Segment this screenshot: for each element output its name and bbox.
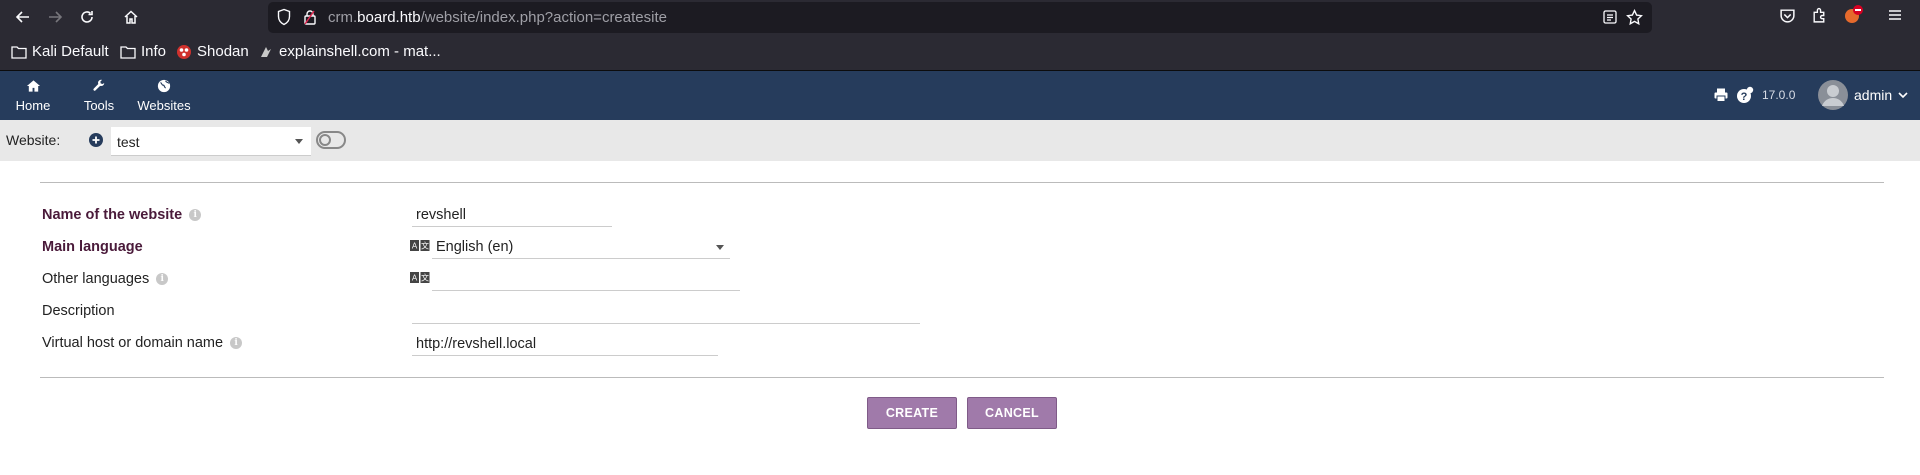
bookmark-info[interactable]: Info	[120, 43, 166, 60]
info-icon[interactable]: i	[189, 209, 202, 222]
info-icon[interactable]: i	[156, 273, 169, 286]
website-select[interactable]: test	[111, 127, 311, 156]
folder-icon	[120, 45, 136, 59]
other-languages-label: Other languages i	[42, 271, 169, 287]
dropdown-caret-icon	[295, 139, 303, 144]
reload-icon	[81, 11, 93, 23]
input-value: revshell	[416, 207, 466, 223]
forward-button[interactable]	[42, 5, 68, 29]
version-label: 17.0.0	[1762, 88, 1796, 102]
printer-icon[interactable]	[1713, 87, 1729, 103]
shield-icon	[276, 8, 292, 26]
website-bar: Website: test	[0, 120, 1920, 161]
avatar	[1818, 80, 1848, 110]
explainshell-icon	[261, 46, 271, 57]
bookmark-kali-default[interactable]: Kali Default	[11, 43, 109, 60]
description-input[interactable]	[412, 300, 920, 324]
vhost-input[interactable]: http://revshell.local	[412, 332, 718, 356]
foxyproxy-icon[interactable]	[1842, 4, 1864, 26]
website-label: Website:	[6, 132, 61, 148]
wrench-icon	[93, 79, 105, 91]
description-label: Description	[42, 303, 115, 319]
input-value: http://revshell.local	[416, 336, 537, 352]
divider-bottom	[40, 377, 1884, 378]
info-icon[interactable]: i	[230, 337, 243, 350]
globe-icon	[157, 79, 171, 93]
back-arrow-icon	[15, 11, 29, 23]
vhost-label: Virtual host or domain name i	[42, 335, 243, 351]
create-button[interactable]: CREATE	[867, 397, 957, 429]
nav-label: Home	[15, 98, 51, 113]
folder-icon	[11, 45, 27, 59]
website-select-value: test	[117, 134, 140, 150]
bookmark-label: explainshell.com - mat...	[279, 43, 441, 60]
nav-home[interactable]: Home	[14, 79, 52, 113]
hamburger-menu-icon[interactable]	[1887, 7, 1903, 23]
svg-text:A: A	[412, 242, 418, 251]
home-browser-button[interactable]	[118, 5, 144, 29]
svg-text:文: 文	[421, 273, 429, 283]
website-name-input[interactable]: revshell	[412, 203, 612, 227]
select-value: English (en)	[436, 239, 514, 255]
nav-label: Websites	[137, 98, 191, 113]
cancel-button[interactable]: CANCEL	[967, 397, 1057, 429]
main-language-label: Main language	[42, 239, 143, 255]
back-button[interactable]	[10, 5, 36, 29]
bookmark-star-icon[interactable]	[1626, 9, 1643, 26]
url-bar[interactable]: crm.board.htb/website/index.php?action=c…	[268, 2, 1652, 33]
website-toggle[interactable]	[316, 131, 346, 149]
reader-view-icon[interactable]	[1602, 9, 1618, 25]
bookmark-shodan[interactable]: Shodan	[176, 43, 249, 60]
nav-websites[interactable]: Websites	[136, 79, 192, 113]
toggle-knob	[319, 134, 331, 146]
divider-top	[40, 182, 1884, 183]
home-outline-icon	[124, 10, 138, 24]
user-name: admin	[1854, 87, 1893, 103]
reload-button[interactable]	[74, 5, 100, 29]
other-languages-input[interactable]	[432, 267, 740, 291]
chevron-down-icon	[1898, 92, 1908, 99]
dropdown-caret-icon	[716, 245, 724, 250]
bookmarks-bar: Kali Default Info Shodan explainshell.co…	[0, 34, 1920, 71]
page-lock-icon[interactable]	[302, 9, 318, 25]
name-label: Name of the website i	[42, 207, 202, 223]
svg-text:?: ?	[1741, 91, 1748, 103]
user-menu[interactable]: admin	[1818, 80, 1908, 110]
pocket-icon[interactable]	[1779, 7, 1796, 24]
bookmark-label: Kali Default	[32, 43, 109, 60]
shodan-icon	[177, 44, 191, 59]
help-icon[interactable]: ?	[1736, 86, 1754, 104]
app-top-menu: Home Tools Websites ? 17.0.0 admin	[0, 71, 1920, 120]
nav-tools[interactable]: Tools	[79, 79, 119, 113]
bookmark-explainshell[interactable]: explainshell.com - mat...	[258, 43, 441, 60]
svg-text:A: A	[412, 274, 418, 283]
bookmark-label: Shodan	[197, 43, 249, 60]
extensions-icon[interactable]	[1811, 7, 1828, 24]
forward-arrow-icon	[49, 11, 63, 23]
svg-text:文: 文	[421, 241, 429, 251]
main-language-select[interactable]: English (en)	[432, 235, 730, 259]
add-website-icon[interactable]	[89, 133, 103, 147]
url-text[interactable]: crm.board.htb/website/index.php?action=c…	[328, 9, 667, 26]
language-icon: A文	[410, 240, 430, 251]
home-icon	[26, 80, 40, 92]
nav-label: Tools	[83, 98, 115, 113]
browser-toolbar: crm.board.htb/website/index.php?action=c…	[0, 0, 1920, 34]
bookmark-label: Info	[141, 43, 167, 60]
language-icon: A文	[410, 272, 430, 283]
